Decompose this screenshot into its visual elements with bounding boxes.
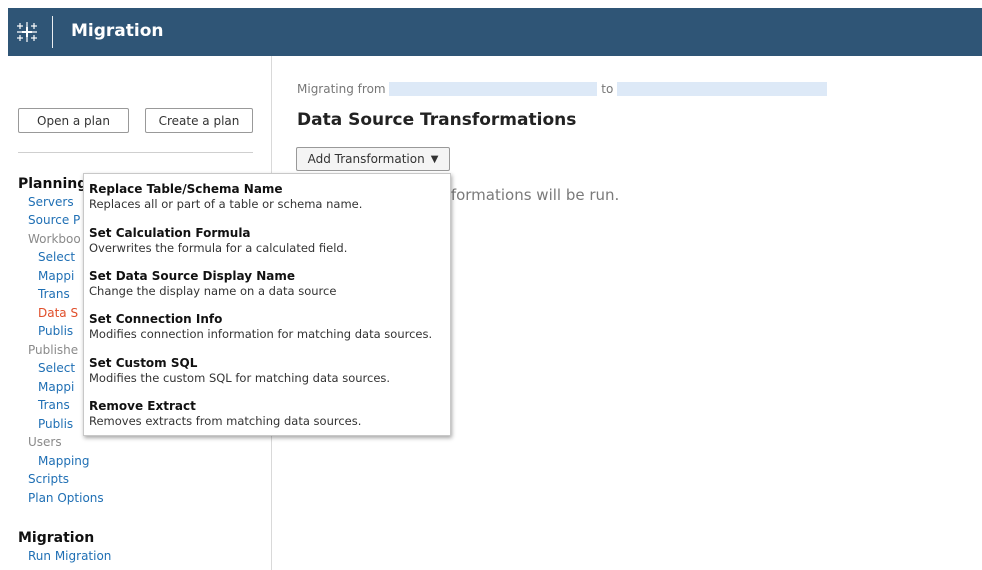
sidebar-item-published-mapping[interactable]: Mappi xyxy=(38,380,74,394)
menu-item-title: Set Custom SQL xyxy=(89,356,198,370)
menu-item-replace-table-schema-name[interactable]: Replace Table/Schema Name Replaces all o… xyxy=(89,182,447,212)
caret-down-icon: ▼ xyxy=(430,153,439,165)
menu-item-title: Replace Table/Schema Name xyxy=(89,182,283,196)
to-label: to xyxy=(601,82,614,96)
menu-item-title: Set Calculation Formula xyxy=(89,226,251,240)
tableau-logo-icon[interactable] xyxy=(14,19,40,45)
open-plan-button[interactable]: Open a plan xyxy=(18,108,129,133)
menu-item-description: Change the display name on a data source xyxy=(89,284,337,298)
migrating-from-label: Migrating from xyxy=(297,82,386,96)
menu-item-description: Modifies connection information for matc… xyxy=(89,327,433,341)
add-transformation-button[interactable]: Add Transformation ▼ xyxy=(296,147,450,171)
migration-source-destination: Migrating from to xyxy=(297,81,828,97)
sidebar-item-run-migration[interactable]: Run Migration xyxy=(28,549,111,563)
transformations-info-text: sformations will be run. xyxy=(443,186,620,204)
menu-item-description: Modifies the custom SQL for matching dat… xyxy=(89,371,391,385)
sidebar-item-published-select[interactable]: Select xyxy=(38,361,75,375)
menu-item-remove-extract[interactable]: Remove Extract Removes extracts from mat… xyxy=(89,399,447,429)
sidebar-item-published-transformations[interactable]: Trans xyxy=(38,398,70,412)
sidebar-item-users: Users xyxy=(28,435,62,449)
sidebar-item-workbooks-transformations[interactable]: Trans xyxy=(38,287,70,301)
redacted-destination-server xyxy=(617,81,828,96)
add-transformation-label: Add Transformation xyxy=(307,152,425,166)
menu-item-set-connection-info[interactable]: Set Connection Info Modifies connection … xyxy=(89,312,447,342)
sidebar-item-workbooks-mapping[interactable]: Mappi xyxy=(38,269,74,283)
sidebar-item-workbooks-publish[interactable]: Publis xyxy=(38,324,73,338)
sidebar-item-workbooks-select[interactable]: Select xyxy=(38,250,75,264)
create-plan-button[interactable]: Create a plan xyxy=(145,108,253,133)
menu-item-title: Set Data Source Display Name xyxy=(89,269,295,283)
planning-heading: Planning xyxy=(18,176,88,192)
menu-item-title: Remove Extract xyxy=(89,399,196,413)
page-title: Data Source Transformations xyxy=(297,110,577,130)
sidebar-item-users-mapping[interactable]: Mapping xyxy=(38,454,90,468)
menu-item-title: Set Connection Info xyxy=(89,312,223,326)
app-title: Migration xyxy=(71,21,164,41)
sidebar-item-servers[interactable]: Servers xyxy=(28,195,74,209)
sidebar-item-published-publish[interactable]: Publis xyxy=(38,417,73,431)
header-divider xyxy=(52,16,53,48)
menu-item-set-custom-sql[interactable]: Set Custom SQL Modifies the custom SQL f… xyxy=(89,356,447,386)
sidebar-item-source-projects[interactable]: Source P xyxy=(28,213,80,227)
sidebar-divider xyxy=(18,152,253,153)
sidebar-item-plan-options[interactable]: Plan Options xyxy=(28,491,104,505)
sidebar-item-scripts[interactable]: Scripts xyxy=(28,472,69,486)
app-header: Migration xyxy=(8,8,982,56)
menu-item-description: Replaces all or part of a table or schem… xyxy=(89,197,363,211)
redacted-source-server xyxy=(389,81,598,96)
menu-item-description: Removes extracts from matching data sour… xyxy=(89,414,362,428)
add-transformation-menu: Replace Table/Schema Name Replaces all o… xyxy=(83,173,451,436)
sidebar-item-workbooks-data-source[interactable]: Data S xyxy=(38,306,78,320)
migration-heading: Migration xyxy=(18,530,95,546)
sidebar-item-workbooks: Workboo xyxy=(28,232,81,246)
menu-item-set-calculation-formula[interactable]: Set Calculation Formula Overwrites the f… xyxy=(89,226,447,256)
menu-item-description: Overwrites the formula for a calculated … xyxy=(89,241,348,255)
sidebar-item-published-data-sources: Publishe xyxy=(28,343,79,357)
menu-item-set-data-source-display-name[interactable]: Set Data Source Display Name Change the … xyxy=(89,269,447,299)
